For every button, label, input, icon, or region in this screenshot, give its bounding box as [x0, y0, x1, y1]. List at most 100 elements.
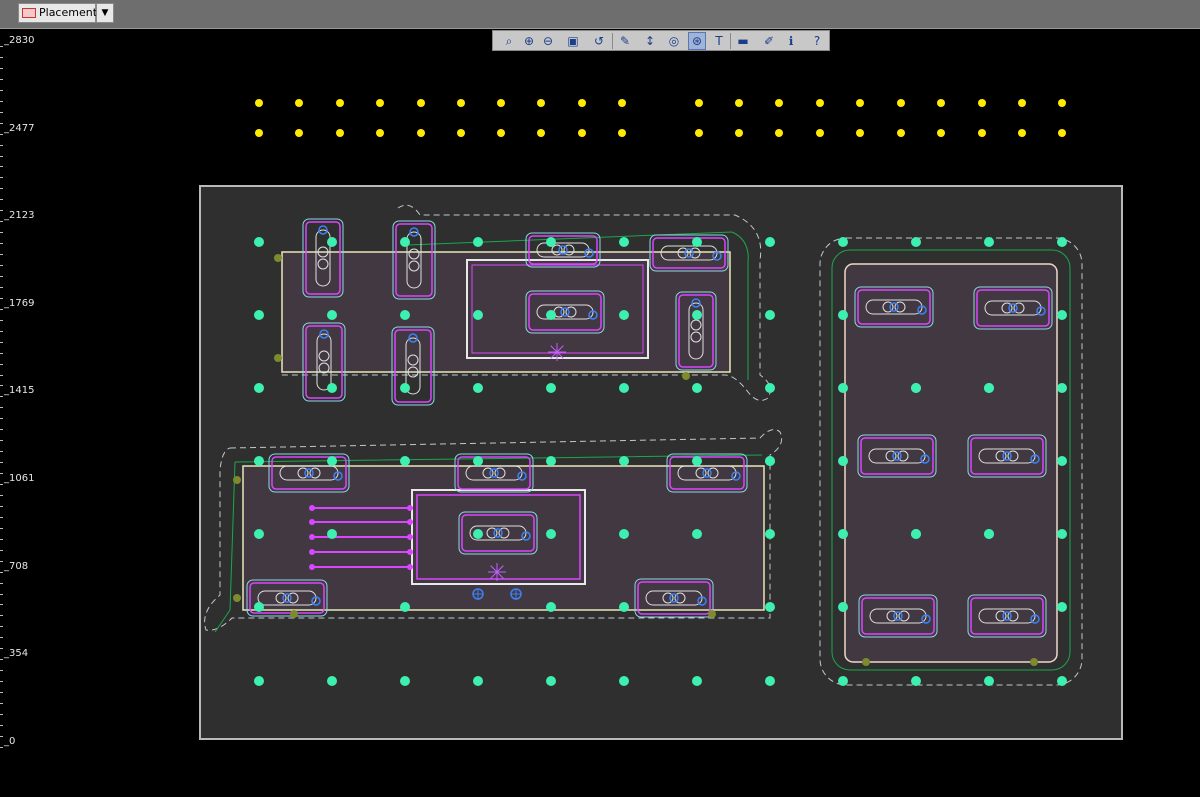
pin-teal	[619, 529, 629, 539]
pin-teal	[400, 310, 410, 320]
reference-marker	[274, 354, 282, 362]
pin-yellow	[937, 99, 945, 107]
pin-teal	[838, 237, 848, 247]
pin-yellow	[735, 129, 743, 137]
pin-teal	[546, 456, 556, 466]
part-outline-top	[281, 251, 731, 373]
pin-teal	[546, 310, 556, 320]
pin-yellow	[295, 129, 303, 137]
pin-teal	[473, 456, 483, 466]
pin-teal	[692, 529, 702, 539]
pin-yellow	[457, 129, 465, 137]
pin-yellow	[578, 99, 586, 107]
pin-teal	[911, 383, 921, 393]
reference-marker	[274, 254, 282, 262]
pin-yellow	[856, 99, 864, 107]
reference-marker	[290, 610, 298, 618]
pin-yellow	[578, 129, 586, 137]
pin-teal	[619, 310, 629, 320]
pin-teal	[619, 602, 629, 612]
pin-teal	[400, 237, 410, 247]
pin-teal	[838, 383, 848, 393]
pin-yellow	[618, 99, 626, 107]
pin-teal	[327, 383, 337, 393]
pin-teal	[984, 529, 994, 539]
pin-teal	[692, 456, 702, 466]
pin-teal	[619, 456, 629, 466]
pin-teal	[1057, 237, 1067, 247]
pin-teal	[619, 383, 629, 393]
pin-teal	[765, 456, 775, 466]
pin-teal	[327, 310, 337, 320]
pin-teal	[911, 237, 921, 247]
pin-teal	[254, 456, 264, 466]
layout-canvas[interactable]	[0, 0, 1200, 797]
pin-teal	[765, 310, 775, 320]
pin-teal	[546, 602, 556, 612]
pin-yellow	[537, 99, 545, 107]
pin-teal	[400, 602, 410, 612]
connector-node	[309, 564, 315, 570]
pin-teal	[327, 456, 337, 466]
pin-teal	[473, 237, 483, 247]
pin-yellow	[618, 129, 626, 137]
pin-yellow	[897, 99, 905, 107]
pin-yellow	[1018, 99, 1026, 107]
pin-teal	[619, 237, 629, 247]
pin-teal	[546, 237, 556, 247]
reference-marker	[233, 476, 241, 484]
connector-node	[407, 564, 413, 570]
pin-teal	[838, 529, 848, 539]
pin-teal	[765, 237, 775, 247]
pin-teal	[911, 676, 921, 686]
pin-teal	[546, 529, 556, 539]
pin-yellow	[336, 99, 344, 107]
pin-yellow	[1018, 129, 1026, 137]
pin-yellow	[457, 99, 465, 107]
pin-teal	[473, 310, 483, 320]
pin-teal	[327, 676, 337, 686]
pin-yellow	[537, 129, 545, 137]
pin-teal	[765, 676, 775, 686]
reference-marker	[708, 610, 716, 618]
connector-node	[407, 549, 413, 555]
pin-teal	[838, 676, 848, 686]
pin-teal	[254, 310, 264, 320]
pin-teal	[400, 676, 410, 686]
pin-teal	[400, 456, 410, 466]
reference-marker	[682, 372, 690, 380]
pin-teal	[692, 237, 702, 247]
pin-teal	[1057, 456, 1067, 466]
reference-marker	[862, 658, 870, 666]
pin-teal	[984, 676, 994, 686]
pin-yellow	[856, 129, 864, 137]
pin-teal	[911, 529, 921, 539]
pin-yellow	[978, 129, 986, 137]
pin-yellow	[255, 99, 263, 107]
pin-teal	[765, 383, 775, 393]
pin-teal	[254, 237, 264, 247]
pin-yellow	[336, 129, 344, 137]
pin-teal	[838, 456, 848, 466]
pin-teal	[1057, 529, 1067, 539]
pin-teal	[254, 529, 264, 539]
pin-yellow	[775, 129, 783, 137]
pin-teal	[327, 237, 337, 247]
pin-teal	[254, 602, 264, 612]
pin-yellow	[497, 99, 505, 107]
pin-teal	[692, 676, 702, 686]
pin-teal	[327, 529, 337, 539]
pin-yellow	[695, 99, 703, 107]
pin-yellow	[735, 99, 743, 107]
pin-teal	[400, 383, 410, 393]
pin-yellow	[1058, 99, 1066, 107]
connector-node	[309, 519, 315, 525]
reference-marker	[233, 594, 241, 602]
pin-yellow	[775, 99, 783, 107]
pin-yellow	[376, 129, 384, 137]
connector-node	[407, 519, 413, 525]
pin-teal	[473, 529, 483, 539]
pin-teal	[1057, 602, 1067, 612]
pin-yellow	[695, 129, 703, 137]
pin-yellow	[978, 99, 986, 107]
